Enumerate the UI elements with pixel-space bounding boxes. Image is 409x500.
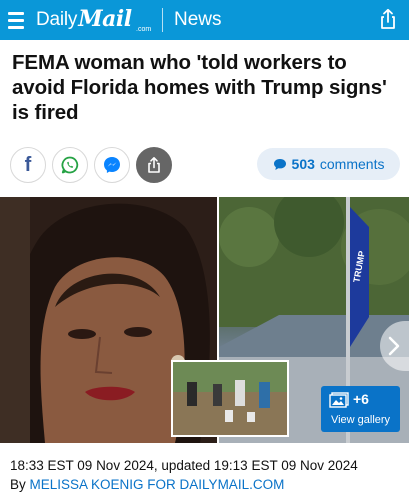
header-divider (162, 8, 163, 32)
logo-com-text: .com (136, 26, 152, 33)
article-dateline: 18:33 EST 09 Nov 2024, updated 19:13 EST… (10, 458, 358, 473)
gallery-count: +6 (353, 391, 369, 407)
hamburger-menu-icon[interactable] (8, 8, 28, 32)
share-icon (148, 157, 160, 173)
share-icon[interactable] (377, 8, 399, 30)
view-gallery-label: View gallery (330, 414, 391, 426)
messenger-share-button[interactable] (94, 147, 130, 183)
facebook-share-button[interactable]: f (10, 147, 46, 183)
logo-daily-text: Daily (36, 9, 78, 30)
workers-inset-photo[interactable] (171, 360, 289, 437)
section-name[interactable]: News (174, 9, 222, 31)
more-share-button[interactable] (136, 147, 172, 183)
article-headline: FEMA woman who 'told workers to avoid Fl… (12, 51, 387, 124)
comments-button[interactable]: 503 comments (257, 148, 400, 180)
author-link[interactable]: MELISSA KOENIG FOR DAILYMAIL.COM (30, 477, 285, 492)
facebook-icon: f (24, 153, 32, 176)
byline-prefix: By (10, 477, 30, 492)
gallery-icon (329, 392, 349, 408)
social-share-row: f (10, 147, 172, 183)
chevron-right-icon (388, 336, 400, 356)
whatsapp-share-button[interactable] (52, 147, 88, 183)
article-byline: By MELISSA KOENIG FOR DAILYMAIL.COM (10, 477, 284, 492)
logo-mail-text: Mail (78, 6, 132, 32)
top-nav-bar: Daily Mail .com News (0, 0, 409, 40)
speech-bubble-icon (273, 158, 286, 170)
messenger-icon (104, 157, 120, 173)
comments-count: 503 (291, 156, 315, 172)
comments-label: comments (319, 156, 385, 172)
site-logo[interactable]: Daily Mail .com (36, 6, 151, 34)
view-gallery-button[interactable]: +6 View gallery (321, 386, 400, 432)
whatsapp-icon (61, 156, 79, 174)
